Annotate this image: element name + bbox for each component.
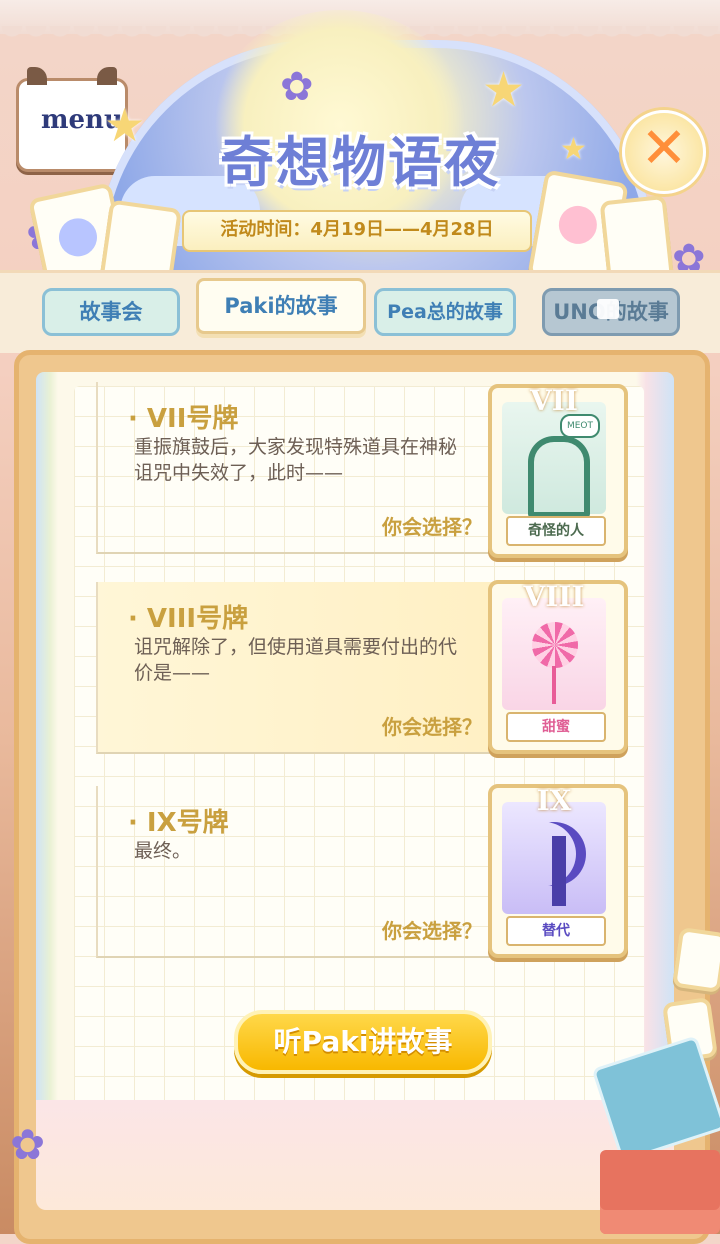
choose-link[interactable]: 你会选择？ bbox=[382, 511, 482, 540]
tarot-card-ix[interactable]: IX 替代 bbox=[488, 784, 628, 958]
tarot-numeral: VIII bbox=[523, 580, 585, 613]
tarot-name: 甜蜜 bbox=[506, 712, 606, 742]
star-icon: ★ bbox=[482, 62, 526, 118]
story-card-vii: · VII号牌 重振旗鼓后，大家发现特殊道具在神秘诅咒中失效了，此时—— 你会选… bbox=[96, 382, 494, 554]
tarot-card-icon bbox=[502, 598, 606, 710]
story-text: 最终。 bbox=[134, 840, 192, 862]
book-stack bbox=[600, 1150, 720, 1234]
close-button[interactable]: ✕ bbox=[622, 110, 706, 194]
tarot-card-icon bbox=[502, 802, 606, 914]
flower-icon bbox=[55, 214, 101, 260]
page-title: 奇想物语夜 bbox=[220, 131, 500, 194]
lavender-flower-icon: ✿ bbox=[10, 1120, 46, 1169]
tab-paki-story[interactable]: Paki的故事 bbox=[196, 278, 366, 334]
story-card-ix: · IX号牌 最终。 你会选择？ bbox=[96, 786, 494, 958]
choose-link[interactable]: 你会选择？ bbox=[382, 711, 482, 740]
lollipop-icon bbox=[532, 622, 578, 668]
story-title: · IX号牌 bbox=[128, 808, 229, 838]
listen-story-button[interactable]: 听Paki讲故事 bbox=[234, 1010, 492, 1074]
tab-uno-story[interactable]: UNO的故事 bbox=[542, 288, 680, 336]
story-text: 重振旗鼓后，大家发现特殊道具在神秘诅咒中失效了，此时—— bbox=[134, 436, 458, 484]
close-icon: ✕ bbox=[640, 116, 688, 181]
tarot-card-viii[interactable]: VIII 甜蜜 bbox=[488, 580, 628, 754]
flower-icon bbox=[555, 202, 600, 247]
story-title: · VII号牌 bbox=[128, 404, 239, 434]
lock-icon bbox=[597, 299, 619, 319]
tarot-card-vii[interactable]: MEOT VII 奇怪的人 bbox=[488, 384, 628, 558]
tab-pea-story[interactable]: Pea总的故事 bbox=[374, 288, 516, 336]
tab-label: Pea总的故事 bbox=[387, 301, 503, 323]
deco-card-small bbox=[672, 926, 720, 994]
story-text: 诅咒解除了，但使用道具需要付出的代价是—— bbox=[134, 636, 458, 684]
story-card-viii: · VIII号牌 诅咒解除了，但使用道具需要付出的代价是—— 你会选择？ bbox=[96, 582, 494, 754]
tab-story-meeting[interactable]: 故事会 bbox=[42, 288, 180, 336]
speech-bubble-icon: MEOT bbox=[560, 414, 600, 438]
story-title: · VIII号牌 bbox=[128, 604, 249, 634]
tarot-name: 奇怪的人 bbox=[506, 516, 606, 546]
tarot-name: 替代 bbox=[506, 916, 606, 946]
star-icon: ★ bbox=[104, 98, 146, 152]
lollipop-stick bbox=[552, 666, 556, 704]
choose-link[interactable]: 你会选择？ bbox=[382, 915, 482, 944]
tab-label: Paki的故事 bbox=[224, 294, 338, 318]
tarot-card-icon: MEOT bbox=[502, 402, 606, 518]
lavender-flower-icon: ✿ bbox=[280, 64, 314, 110]
panel-bottom-strip bbox=[36, 1100, 674, 1210]
tarot-numeral: IX bbox=[536, 784, 572, 817]
castle-icon bbox=[552, 836, 566, 906]
tarot-numeral: VII bbox=[530, 384, 578, 417]
tab-label: 故事会 bbox=[79, 300, 143, 324]
archway-icon bbox=[528, 436, 590, 518]
event-time: 活动时间：4月19日——4月28日 bbox=[182, 210, 532, 252]
